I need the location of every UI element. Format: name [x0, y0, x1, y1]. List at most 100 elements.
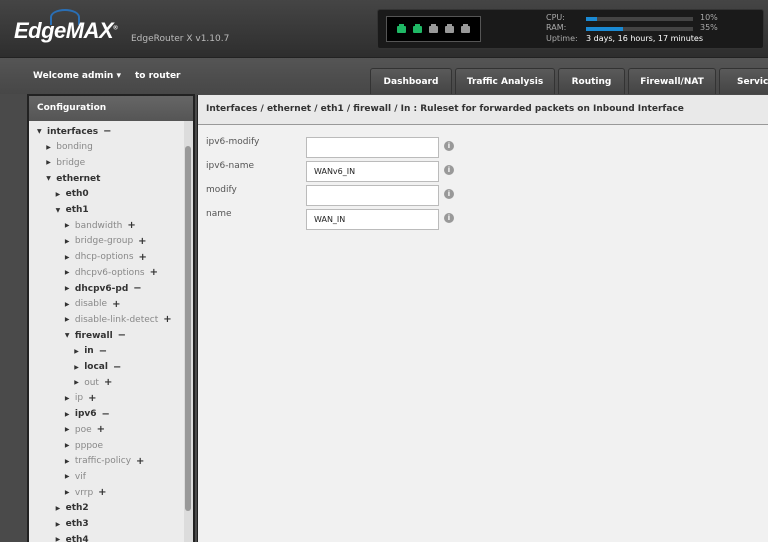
tree-item-label[interactable]: out — [84, 378, 99, 388]
tree-item-label[interactable]: ipv6 — [75, 409, 97, 419]
tab-routing[interactable]: Routing — [558, 68, 625, 94]
tree-item-label[interactable]: local — [84, 362, 108, 372]
caret-right-icon[interactable]: ▶ — [65, 458, 75, 465]
tree-item-bandwidth[interactable]: ▶ bandwidth + — [65, 218, 136, 233]
scrollbar-thumb[interactable] — [185, 146, 191, 511]
add-icon[interactable]: + — [139, 252, 147, 263]
tree-item-eth2[interactable]: ▶ eth2 — [56, 501, 89, 516]
tree-item-disable[interactable]: ▶ disable + — [65, 297, 121, 312]
tree-item-label[interactable]: interfaces — [47, 127, 98, 137]
add-icon[interactable]: + — [104, 377, 112, 388]
tree-item-label[interactable]: dhcp-options — [75, 252, 134, 262]
caret-down-icon[interactable]: ▼ — [46, 175, 56, 182]
tree-item-label[interactable]: bridge — [56, 158, 85, 168]
tree-item-label[interactable]: eth4 — [66, 535, 89, 542]
caret-right-icon[interactable]: ▶ — [65, 269, 75, 276]
tab-firewall-nat[interactable]: Firewall/NAT — [628, 68, 716, 94]
caret-right-icon[interactable]: ▶ — [65, 411, 75, 418]
tree-item-label[interactable]: eth3 — [66, 519, 89, 529]
ipv6-name-input[interactable]: WANv6_IN — [306, 161, 439, 182]
tree-item-label[interactable]: ethernet — [56, 174, 100, 184]
tree-item-dhcp-options[interactable]: ▶ dhcp-options + — [65, 250, 147, 265]
tree-item-label[interactable]: bonding — [56, 142, 93, 152]
caret-right-icon[interactable]: ▶ — [74, 379, 84, 386]
tab-dashboard[interactable]: Dashboard — [370, 68, 452, 94]
caret-right-icon[interactable]: ▶ — [46, 144, 56, 151]
caret-down-icon[interactable]: ▼ — [65, 332, 75, 339]
tree-item-label[interactable]: firewall — [75, 331, 113, 341]
user-menu[interactable]: Welcome admin ▾ — [33, 71, 121, 81]
tree-item-firewall[interactable]: ▼ firewall − — [65, 328, 126, 343]
caret-down-icon[interactable]: ▼ — [56, 207, 66, 214]
tree-item-disable-link-detect[interactable]: ▶ disable-link-detect + — [65, 312, 172, 327]
tree-item-bridge-group[interactable]: ▶ bridge-group + — [65, 234, 147, 249]
caret-right-icon[interactable]: ▶ — [74, 348, 84, 355]
caret-down-icon[interactable]: ▼ — [37, 128, 47, 135]
tree-item-label[interactable]: eth2 — [66, 503, 89, 513]
tree-item-label[interactable]: ip — [75, 393, 83, 403]
tab-traffic-analysis[interactable]: Traffic Analysis — [455, 68, 555, 94]
tree-item-bridge[interactable]: ▶ bridge — [46, 155, 85, 170]
add-icon[interactable]: + — [98, 487, 106, 498]
add-icon[interactable]: + — [127, 220, 135, 231]
tree-item-label[interactable]: traffic-policy — [75, 456, 131, 466]
remove-icon[interactable]: − — [133, 283, 141, 294]
caret-right-icon[interactable]: ▶ — [65, 442, 75, 449]
tree-item-vif[interactable]: ▶ vif — [65, 469, 86, 484]
caret-right-icon[interactable]: ▶ — [65, 222, 75, 229]
tree-item-label[interactable]: disable-link-detect — [75, 315, 158, 325]
tree-item-label[interactable]: dhcpv6-options — [75, 268, 145, 278]
tree-item-label[interactable]: in — [84, 346, 94, 356]
tree-item-dhcpv6-options[interactable]: ▶ dhcpv6-options + — [65, 265, 158, 280]
tree-item-eth4[interactable]: ▶ eth4 — [56, 532, 89, 542]
caret-right-icon[interactable]: ▶ — [56, 536, 66, 542]
remove-icon[interactable]: − — [103, 126, 111, 137]
tree-item-label[interactable]: eth1 — [66, 205, 89, 215]
caret-right-icon[interactable]: ▶ — [65, 301, 75, 308]
tree-item-label[interactable]: bandwidth — [75, 221, 122, 231]
tree-item-in[interactable]: ▶ in − — [74, 344, 107, 359]
info-icon[interactable]: i — [444, 141, 454, 151]
remove-icon[interactable]: − — [102, 409, 110, 420]
tree-item-eth0[interactable]: ▶ eth0 — [56, 187, 89, 202]
tree-item-local[interactable]: ▶ local − — [74, 360, 121, 375]
modify-input[interactable] — [306, 185, 439, 206]
caret-right-icon[interactable]: ▶ — [65, 395, 75, 402]
caret-right-icon[interactable]: ▶ — [65, 316, 75, 323]
tree-item-label[interactable]: dhcpv6-pd — [75, 284, 128, 294]
caret-right-icon[interactable]: ▶ — [56, 505, 66, 512]
info-icon[interactable]: i — [444, 165, 454, 175]
add-icon[interactable]: + — [150, 267, 158, 278]
tree-item-out[interactable]: ▶ out + — [74, 375, 112, 390]
logo[interactable]: EdgeMAX® — [14, 18, 118, 44]
caret-right-icon[interactable]: ▶ — [74, 364, 84, 371]
add-icon[interactable]: + — [136, 456, 144, 467]
remove-icon[interactable]: − — [113, 362, 121, 373]
add-icon[interactable]: + — [88, 393, 96, 404]
tree-item-interfaces[interactable]: ▼ interfaces − — [37, 124, 112, 139]
to-router-link[interactable]: to router — [135, 71, 181, 81]
caret-right-icon[interactable]: ▶ — [46, 159, 56, 166]
caret-right-icon[interactable]: ▶ — [65, 238, 75, 245]
caret-right-icon[interactable]: ▶ — [65, 254, 75, 261]
sidebar-scrollbar[interactable] — [184, 121, 193, 542]
caret-right-icon[interactable]: ▶ — [65, 426, 75, 433]
add-icon[interactable]: + — [97, 424, 105, 435]
tree-item-ip[interactable]: ▶ ip + — [65, 391, 97, 406]
caret-right-icon[interactable]: ▶ — [56, 521, 66, 528]
tree-item-poe[interactable]: ▶ poe + — [65, 422, 105, 437]
tree-item-label[interactable]: poe — [75, 425, 92, 435]
tree-item-label[interactable]: bridge-group — [75, 236, 133, 246]
tree-item-dhcpv6-pd[interactable]: ▶ dhcpv6-pd − — [65, 281, 142, 296]
tree-item-label[interactable]: disable — [75, 299, 107, 309]
ipv6-modify-input[interactable] — [306, 137, 439, 158]
tree-item-vrrp[interactable]: ▶ vrrp + — [65, 485, 107, 500]
remove-icon[interactable]: − — [118, 330, 126, 341]
tree-item-eth1[interactable]: ▼ eth1 — [56, 203, 89, 218]
tree-item-ethernet[interactable]: ▼ ethernet — [46, 171, 100, 186]
info-icon[interactable]: i — [444, 213, 454, 223]
tree-item-label[interactable]: vif — [75, 472, 86, 482]
add-icon[interactable]: + — [112, 299, 120, 310]
caret-right-icon[interactable]: ▶ — [65, 285, 75, 292]
name-input[interactable]: WAN_IN — [306, 209, 439, 230]
